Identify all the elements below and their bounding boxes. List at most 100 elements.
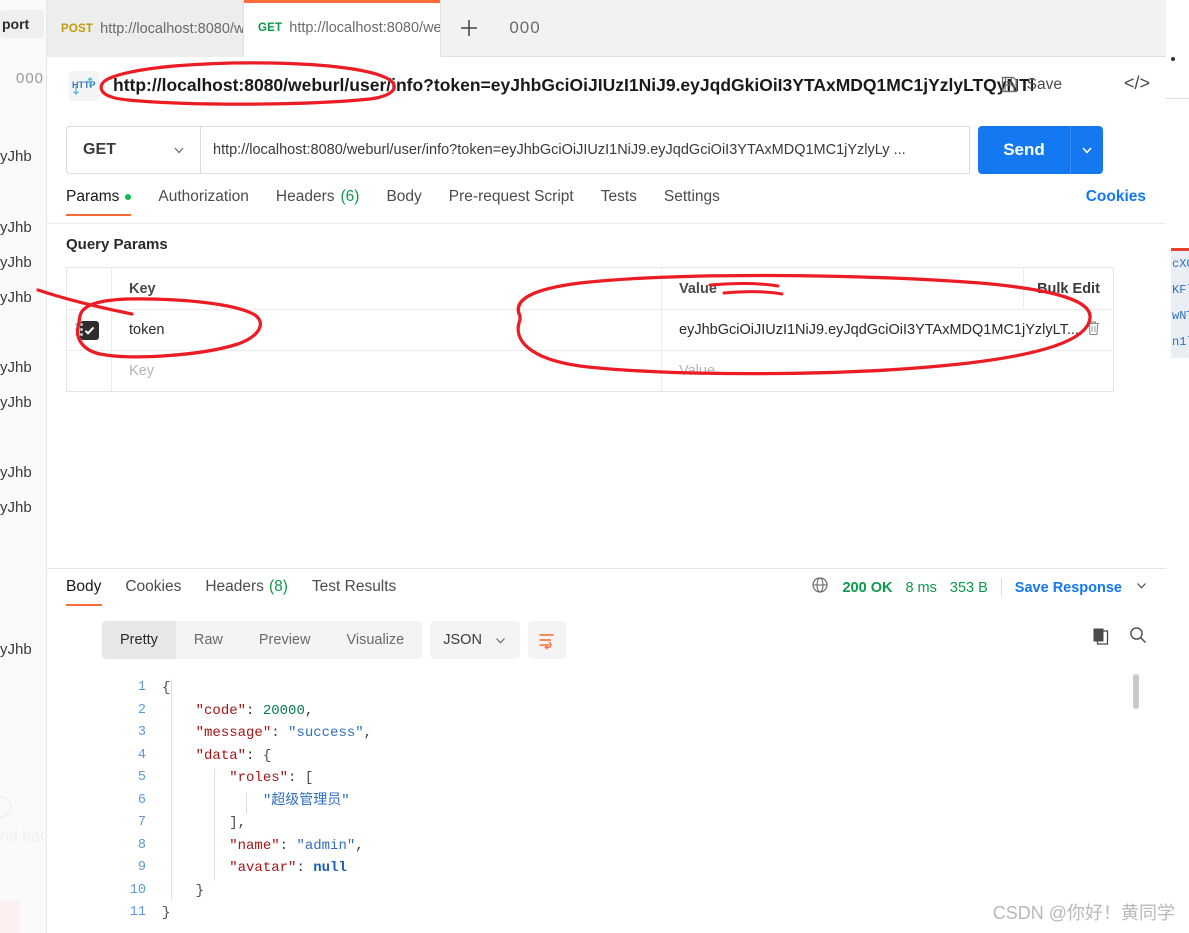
tab-headers-count: (6)	[340, 188, 360, 205]
code-token: "data"	[195, 747, 247, 764]
send-button-group: Send	[978, 126, 1103, 174]
empty-row-checkbox-cell	[67, 351, 112, 391]
background-left-fragment: yJhb	[0, 359, 32, 376]
request-tab-get[interactable]: GET http://localhost:8080/web	[244, 0, 441, 57]
response-tab-headers-label: Headers	[205, 578, 264, 595]
request-section-tabs: Params Authorization Headers (6) Body Pr…	[47, 188, 1166, 224]
send-options-button[interactable]	[1070, 126, 1103, 174]
background-left-fragment: yJhb	[0, 289, 32, 306]
tab-body-label: Body	[386, 188, 422, 205]
header-cell-value: Value Bulk Edit	[662, 268, 1113, 309]
save-response-chevron-icon[interactable]	[1135, 579, 1148, 596]
code-brackets-icon: </>	[1124, 73, 1151, 93]
empty-row-key-cell[interactable]: Key	[112, 351, 662, 391]
search-button[interactable]	[1128, 625, 1148, 650]
request-tab-post[interactable]: POST http://localhost:8080/we	[47, 0, 244, 57]
code-token: "message"	[195, 725, 272, 741]
delete-row-button[interactable]	[1086, 320, 1101, 340]
save-button-label: Save	[1026, 75, 1062, 93]
copy-button[interactable]	[1091, 626, 1110, 650]
tab-params[interactable]: Params	[66, 188, 132, 216]
view-preview-button[interactable]: Preview	[241, 621, 329, 659]
row-key-cell[interactable]: token	[112, 310, 662, 350]
row-key-value: token	[129, 322, 165, 338]
plus-icon	[461, 20, 477, 36]
send-button[interactable]: Send	[978, 126, 1070, 174]
code-line: "name": "admin",	[162, 835, 372, 858]
bulk-edit-button[interactable]: Bulk Edit	[1023, 268, 1113, 309]
response-tab-headers[interactable]: Headers (8)	[205, 578, 288, 606]
code-fold-guide	[171, 679, 172, 899]
empty-row-value-placeholder: Value	[679, 363, 716, 379]
code-line: "message": "success",	[162, 722, 372, 745]
http-method-select[interactable]: GET	[66, 126, 200, 174]
new-tab-button[interactable]	[441, 0, 497, 56]
code-token: "success"	[288, 725, 364, 741]
code-scrollbar-thumb[interactable]	[1133, 674, 1139, 709]
code-snippet-button[interactable]: </>	[1124, 73, 1150, 94]
response-tab-body[interactable]: Body	[66, 578, 103, 606]
save-response-button[interactable]: Save Response	[1015, 580, 1122, 596]
code-line-number: 11	[129, 905, 146, 920]
tab-headers[interactable]: Headers (6)	[276, 188, 360, 216]
code-token: {	[262, 747, 272, 764]
response-tabs: Body Cookies Headers (8) Test Results 20…	[47, 577, 1166, 612]
code-token: :	[246, 747, 263, 764]
url-input[interactable]: http://localhost:8080/weburl/user/info?t…	[200, 126, 970, 174]
code-line-number: 6	[137, 792, 146, 808]
background-pink-block	[0, 900, 20, 933]
code-token: "roles"	[229, 770, 289, 786]
code-token: }	[162, 905, 171, 921]
tab-overflow-menu-button[interactable]: 000	[497, 0, 553, 56]
view-visualize-button[interactable]: Visualize	[328, 621, 422, 659]
row-checkbox-cell	[67, 310, 112, 350]
url-input-value: http://localhost:8080/weburl/user/info?t…	[213, 142, 906, 158]
response-tab-cookies[interactable]: Cookies	[125, 578, 181, 606]
save-disk-icon	[1001, 76, 1017, 93]
header-cell-checkbox	[67, 268, 112, 309]
view-raw-button[interactable]: Raw	[176, 621, 241, 659]
code-token: :	[246, 702, 263, 719]
cookies-link[interactable]: Cookies	[1086, 188, 1146, 206]
code-token: "超级管理员"	[262, 792, 350, 809]
view-pretty-button[interactable]: Pretty	[102, 621, 176, 659]
row-value-cell[interactable]: eyJhbGciOiJIUzI1NiJ9.eyJqdGciOiI3YTAxMDQ…	[662, 310, 1113, 350]
code-line: "avatar": null	[162, 857, 372, 880]
response-toolbar-actions	[1091, 625, 1148, 650]
response-tab-test-results[interactable]: Test Results	[312, 578, 396, 606]
wrap-lines-button[interactable]	[527, 621, 566, 659]
tab-method-label: GET	[258, 22, 283, 34]
tab-headers-label: Headers	[275, 188, 335, 205]
code-line-number: 9	[137, 860, 146, 875]
drag-handle-icon[interactable]	[75, 323, 83, 337]
trash-icon	[1088, 321, 1099, 336]
response-format-select[interactable]: JSON	[430, 621, 520, 659]
code-line-number: 5	[137, 770, 146, 785]
view-pretty-label: Pretty	[120, 632, 158, 648]
empty-row-value-cell[interactable]: Value	[662, 351, 1113, 391]
response-tab-headers-count: (8)	[268, 578, 288, 595]
postman-window: POST http://localhost:8080/we GET http:/…	[47, 0, 1166, 933]
request-title[interactable]: http://localhost:8080/weburl/user/info?t…	[113, 75, 1033, 96]
code-line: }	[162, 880, 372, 903]
tab-pre-request-script[interactable]: Pre-request Script	[449, 188, 574, 216]
request-response-divider	[47, 568, 1166, 569]
response-body-code-viewer[interactable]: 1 2 3 4 5 6 7 8 9 10 11 { "code": 20000, "message"…	[66, 668, 1139, 933]
code-content: { "code": 20000, "message": "success", "…	[162, 668, 372, 925]
tab-body[interactable]: Body	[386, 188, 421, 216]
response-tab-cookies-label: Cookies	[125, 578, 182, 595]
tab-params-label: Params	[66, 188, 120, 205]
background-left-fragment: yJhb	[0, 394, 32, 411]
background-left-chip: port	[0, 10, 44, 38]
save-button[interactable]: Save	[994, 71, 1068, 98]
tab-authorization[interactable]: Authorization	[158, 188, 248, 216]
code-line-number: 3	[137, 725, 146, 740]
background-right-dot	[1171, 57, 1175, 61]
tab-bar-filler	[553, 0, 1166, 56]
tab-settings-label: Settings	[663, 188, 720, 205]
response-size: 353 B	[949, 579, 988, 596]
code-line: "超级管理员"	[162, 790, 372, 813]
tab-settings[interactable]: Settings	[664, 188, 720, 216]
tab-tests[interactable]: Tests	[601, 188, 637, 216]
background-right-panel: cXC KFl wNT n1l	[1171, 248, 1189, 358]
